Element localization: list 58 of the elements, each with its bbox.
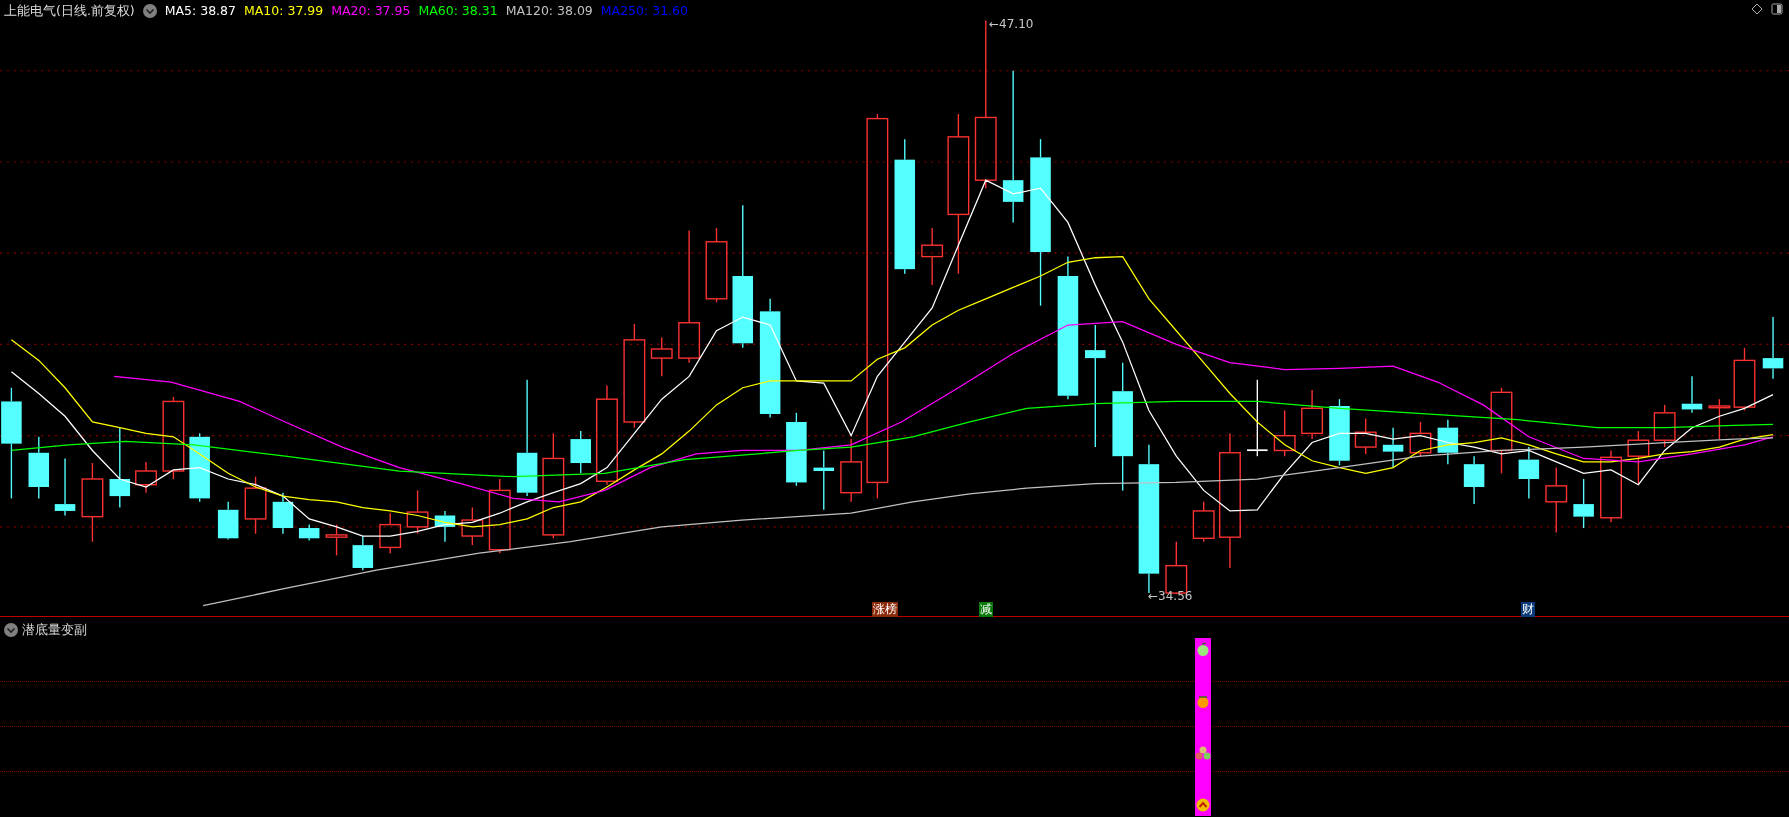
candlestick: [840, 438, 863, 503]
candlestick: [379, 512, 402, 554]
moving-average-value: MA20: 37.95: [331, 2, 411, 20]
tangerine-icon: [1196, 694, 1210, 708]
candlestick: [570, 430, 591, 474]
panel-layout-icon[interactable]: [1771, 3, 1783, 15]
candlestick: [1437, 419, 1459, 465]
candlestick: [1627, 430, 1650, 486]
candlestick: [406, 489, 429, 535]
moving-average-value: MA60: 38.31: [418, 2, 498, 20]
signal-tag: 涨榜: [872, 602, 898, 617]
candlestick: [1382, 427, 1404, 469]
indicator-title: 潜底量变副: [22, 621, 87, 639]
signal-tag: 财: [1521, 602, 1535, 617]
candlestick: [352, 535, 374, 571]
diamond-icon[interactable]: [1751, 3, 1763, 15]
candlestick: [434, 510, 456, 543]
candlestick: [54, 457, 76, 517]
apple-icon: [1196, 642, 1210, 656]
candlestick: [1518, 446, 1540, 500]
candlestick: [813, 449, 835, 511]
candlestick: [1681, 375, 1703, 414]
candlestick: [1653, 404, 1676, 448]
dropdown-icon[interactable]: [142, 4, 157, 19]
candlestick: [1733, 347, 1756, 412]
dropdown-icon[interactable]: [4, 622, 18, 637]
candlestick: [1463, 455, 1485, 505]
moving-average-value: MA250: 31.60: [600, 2, 688, 20]
candlestick: [189, 432, 210, 503]
moving-average-value: MA10: 37.99: [244, 2, 324, 20]
candlestick: [1192, 501, 1215, 543]
candlestick: [298, 523, 320, 542]
candlestick: [135, 461, 157, 494]
moving-average-value: MA120: 38.09: [505, 2, 593, 20]
candlestick: [217, 501, 239, 541]
candlestick: [1301, 389, 1324, 440]
price-label: ←34.56: [1148, 588, 1193, 605]
candlestick: [244, 476, 267, 535]
candlestick: [650, 336, 673, 378]
candlestick: [1762, 316, 1784, 380]
candlestick: [272, 492, 294, 535]
moving-average-value: MA5: 38.87: [164, 2, 236, 20]
candlestick: [325, 523, 348, 557]
balls-icon: [1195, 746, 1211, 760]
chevron-badge-icon: [1196, 798, 1210, 812]
candlestick: [1573, 478, 1594, 529]
candlestick: [28, 436, 50, 500]
candlestick: [1354, 417, 1377, 455]
candlestick: [1545, 466, 1568, 534]
candlestick: [1409, 421, 1432, 457]
signal-tag: 减: [979, 602, 993, 617]
candlestick: [1708, 398, 1731, 440]
candlestick: [921, 227, 944, 286]
candlestick: [461, 506, 484, 546]
chart-title: 上能电气(日线.前复权): [4, 2, 135, 20]
candlestick: [1329, 398, 1350, 466]
price-label: ←47.10: [989, 16, 1034, 33]
candlestick: [1273, 409, 1296, 457]
